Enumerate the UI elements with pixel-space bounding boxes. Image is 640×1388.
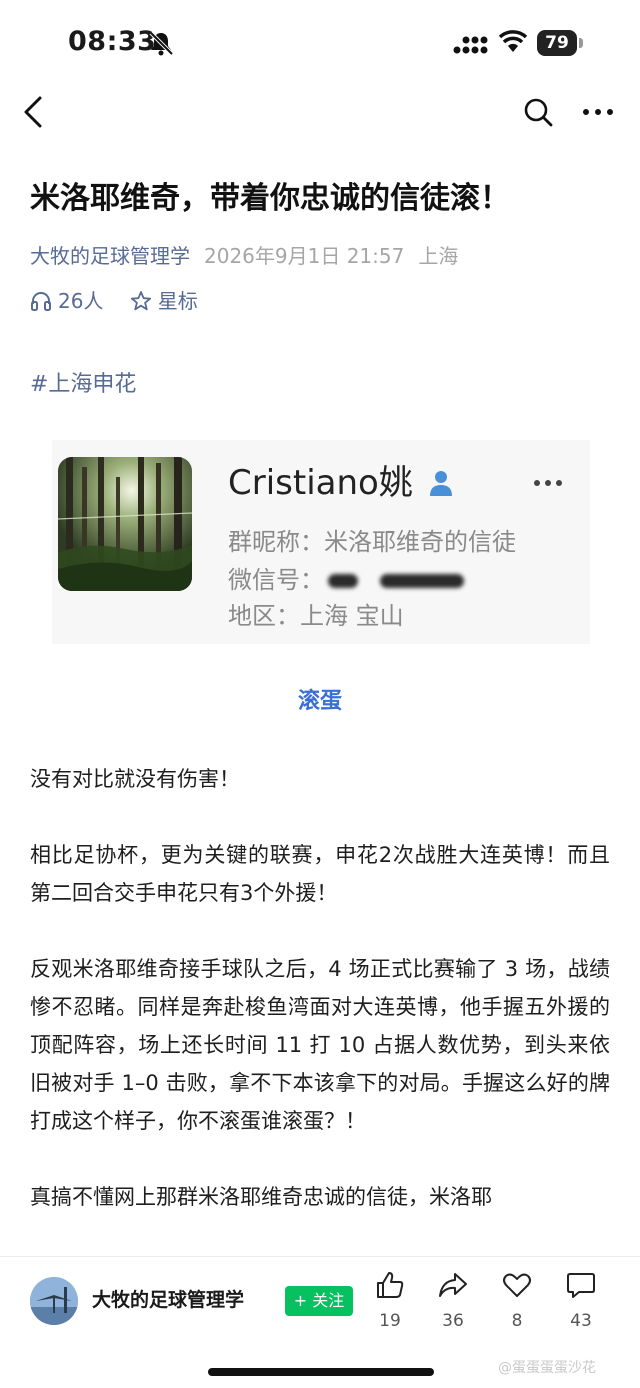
status-time: 08:33 [68,26,157,57]
signal-icon [453,36,488,54]
listen-count: 26人 [58,289,104,313]
battery-indicator: 79 [537,30,583,56]
article-meta: 大牧的足球管理学 2026年9月1日 21:57 上海 [30,240,620,272]
home-indicator[interactable] [208,1368,434,1376]
paragraph: 相比足协杯，更为关键的联赛，申花2次战胜大连英博！而且第二回合交手申花只有3个外… [30,843,610,905]
hashtag-link[interactable]: #上海申花 [30,368,136,402]
wechat-id-row: 微信号： [228,562,464,598]
share-arrow-icon [439,1273,467,1297]
redaction-mark [380,574,464,588]
forest-avatar-image [58,457,192,591]
group-nickname: 群昵称：米洛耶维奇的信徒 [228,528,516,556]
profile-screenshot-image: Cristiano姚 群昵称：米洛耶维奇的信徒 微信号： 地区：上海 宝山 [52,440,590,644]
favorite-count: 8 [511,1311,523,1331]
article-body: 没有对比就没有伤害！ 相比足协杯，更为关键的联赛，申花2次战胜大连英博！而且第二… [30,760,610,1216]
wechat-id-label: 微信号： [228,566,324,594]
battery-level: 79 [537,30,577,56]
paragraph: 反观米洛耶维奇接手球队之后，4 场正式比赛输了 3 场，战绩惨不忍睹。同样是奔赴… [30,957,610,1133]
comment-button[interactable]: 43 [555,1269,607,1349]
region: 地区：上海 宝山 [228,602,404,630]
comment-count: 43 [570,1311,592,1331]
article-title: 米洛耶维奇，带着你忠诚的信徒滚！ [30,181,510,216]
like-count: 19 [379,1311,401,1331]
profile-name: Cristiano姚 [228,463,413,503]
paragraph: 真搞不懂网上那群米洛耶维奇忠诚的信徒，米洛耶 [30,1185,492,1209]
author-avatar[interactable] [30,1277,78,1325]
more-dots-icon[interactable] [580,100,616,124]
favorite-button[interactable]: 8 [491,1269,543,1349]
paragraph: 没有对比就没有伤害！ [30,767,240,791]
watermark: @蛋蛋蛋蛋沙花 [498,1360,596,1376]
publish-date: 2026年9月1日 21:57 [204,244,405,268]
thumbs-up-icon [377,1272,404,1298]
wifi-icon [498,30,528,52]
redaction-mark [328,574,358,588]
search-icon[interactable] [522,96,554,128]
back-arrow-icon[interactable] [20,94,48,130]
follow-button[interactable]: + 关注 [285,1286,353,1316]
stats-row: 26人 星标 [30,284,198,318]
like-button[interactable]: 19 [364,1269,416,1349]
author-name[interactable]: 大牧的足球管理学 [92,1285,278,1315]
person-icon [430,471,452,496]
star-icon [130,291,151,311]
listen-button[interactable]: 26人 [30,289,110,313]
status-bar: 08:33 79 [0,0,640,88]
account-name-link[interactable]: 大牧的足球管理学 [30,244,190,268]
share-count: 36 [442,1311,464,1331]
comment-bubble-icon [567,1273,595,1298]
image-caption: 滚蛋 [297,689,342,714]
star-button[interactable]: 星标 [130,289,198,313]
headphones-icon [31,292,51,311]
share-button[interactable]: 36 [427,1269,479,1349]
heart-icon [503,1273,531,1297]
star-label: 星标 [157,289,198,313]
publish-location: 上海 [418,244,459,268]
battery-tip [579,38,583,48]
bell-slash-icon [149,31,174,56]
more-dots-icon [534,480,562,486]
